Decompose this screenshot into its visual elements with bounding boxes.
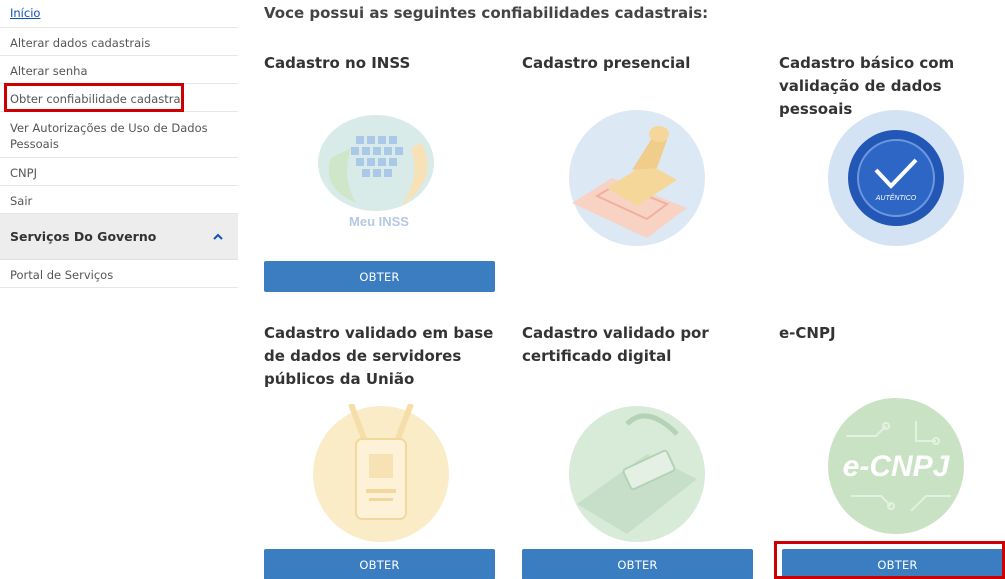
card-inss: Cadastro no INSS xyxy=(264,52,495,75)
card-title: Cadastro presencial xyxy=(522,54,691,72)
card-servidores: Cadastro validado em base de dados de se… xyxy=(264,322,495,391)
section-header-servicos[interactable]: Serviços Do Governo xyxy=(0,214,238,260)
seal-icon: AUTÊNTICO xyxy=(828,110,964,246)
sidebar-item-inicio[interactable]: Início xyxy=(0,0,238,28)
obter-button-inss[interactable]: OBTER xyxy=(264,261,495,292)
card-presencial: Cadastro presencial xyxy=(522,52,753,75)
main-content: Voce possui as seguintes confiabilidades… xyxy=(264,0,1005,579)
sidebar-item-cnpj[interactable]: CNPJ xyxy=(0,158,238,186)
sidebar-item-obter-confiabilidade[interactable]: Obter confiabilidade cadastral xyxy=(0,83,238,112)
card-title: Cadastro no INSS xyxy=(264,54,411,72)
meu-inss-logo: Meu INSS xyxy=(318,115,434,229)
obter-button-certificado[interactable]: OBTER xyxy=(522,549,753,579)
highlight-box xyxy=(4,83,184,112)
sidebar-item-autorizacoes[interactable]: Ver Autorizações de Uso de Dados Pessoai… xyxy=(0,112,238,158)
sidebar-item-alterar-senha[interactable]: Alterar senha xyxy=(0,56,238,84)
sidebar: Início Alterar dados cadastrais Alterar … xyxy=(0,0,238,579)
badge-icon xyxy=(313,404,449,542)
sidebar-item-alterar-dados[interactable]: Alterar dados cadastrais xyxy=(0,28,238,56)
usb-token-icon xyxy=(569,406,705,542)
card-title: Cadastro validado por certificado digita… xyxy=(522,324,709,365)
sidebar-item-sair[interactable]: Sair xyxy=(0,186,238,214)
stamp-icon xyxy=(569,110,705,246)
highlight-box xyxy=(774,541,1005,579)
obter-button-servidores[interactable]: OBTER xyxy=(264,549,495,579)
meu-inss-text: Meu INSS xyxy=(349,214,409,229)
card-certificado: Cadastro validado por certificado digita… xyxy=(522,322,753,368)
card-title: e-CNPJ xyxy=(779,324,836,342)
chevron-up-icon xyxy=(213,233,223,240)
seal-text: AUTÊNTICO xyxy=(875,193,917,202)
card-title: Cadastro validado em base de dados de se… xyxy=(264,324,494,388)
page-title: Voce possui as seguintes confiabilidades… xyxy=(264,4,709,22)
card-ecnpj: e-CNPJ xyxy=(779,322,1005,345)
sidebar-item-portal-servicos[interactable]: Portal de Serviços xyxy=(0,260,238,288)
ecnpj-logo: e-CNPJ xyxy=(828,398,964,534)
ecnpj-text: e-CNPJ xyxy=(843,450,951,483)
section-title: Serviços Do Governo xyxy=(10,229,157,244)
